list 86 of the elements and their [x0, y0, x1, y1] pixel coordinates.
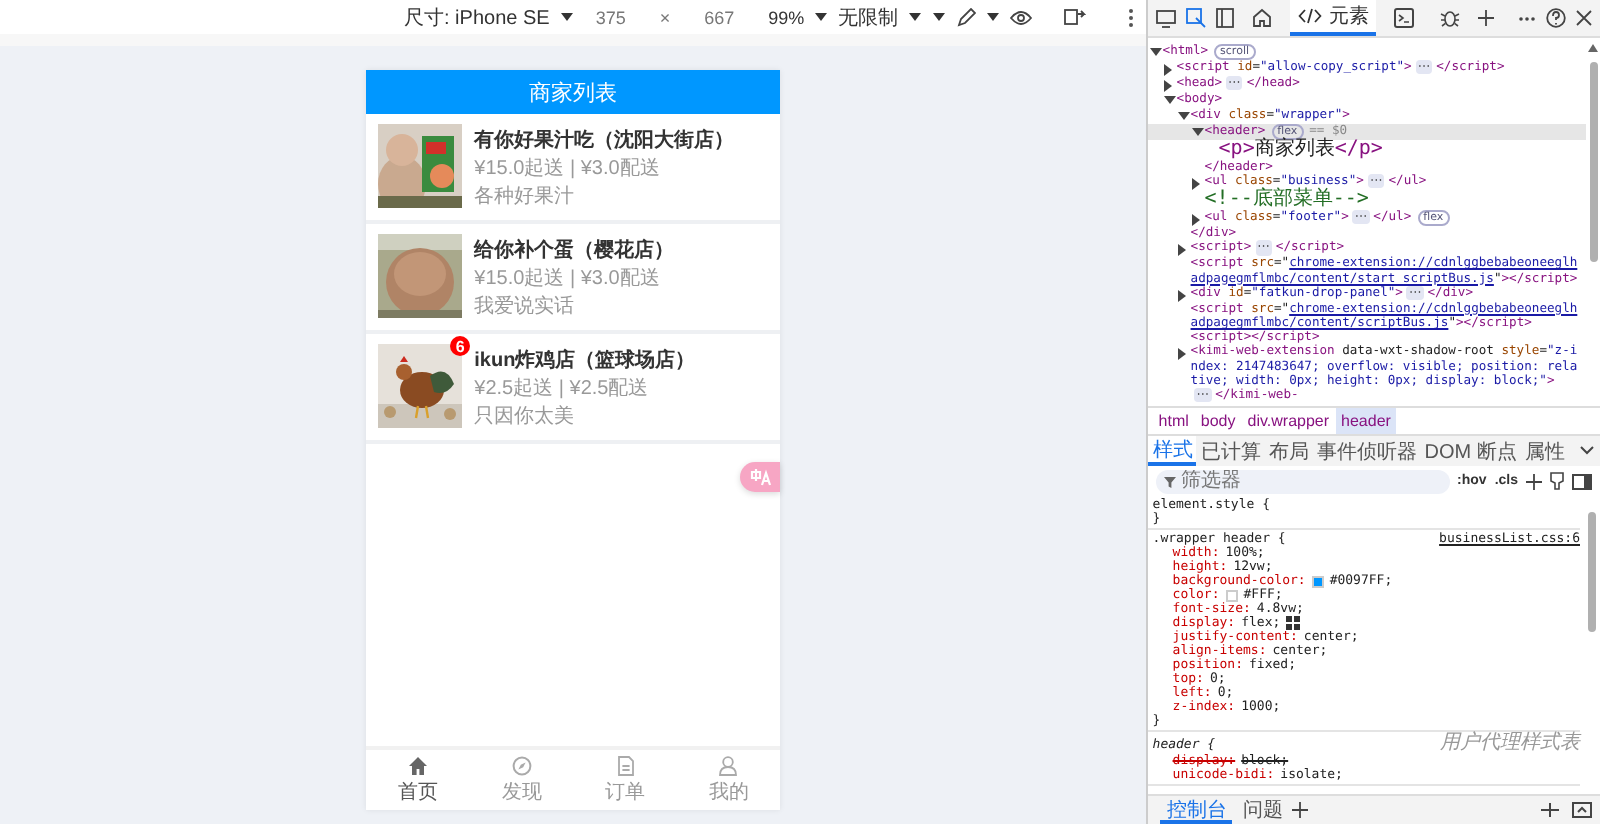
drawer-tab[interactable]: 控制台: [1160, 796, 1233, 824]
shop-name: ikun炸鸡店（篮球场店）: [474, 346, 696, 374]
device-toggle-icon[interactable]: [1156, 9, 1177, 27]
help-icon[interactable]: [1546, 8, 1566, 28]
home-icon: [408, 755, 429, 775]
sidebar-icon[interactable]: [1572, 473, 1592, 489]
breadcrumb[interactable]: div.wrapper: [1241, 408, 1336, 434]
home-icon: [1252, 8, 1273, 28]
width-field[interactable]: 375: [583, 7, 638, 27]
expand-arrow-icon[interactable]: [1191, 178, 1204, 191]
throttle-dropdown[interactable]: 无限制: [838, 3, 899, 31]
devtools-tab[interactable]: 元素: [1290, 0, 1377, 36]
collapse-arrow-icon[interactable]: [1149, 48, 1162, 60]
breadcrumb[interactable]: header: [1335, 408, 1397, 434]
panel-tab[interactable]: 事件侦听器: [1312, 436, 1421, 466]
pen-icon[interactable]: [956, 7, 977, 27]
eye-icon[interactable]: [1010, 9, 1033, 25]
bug-icon: [1440, 8, 1461, 28]
expand-arrow-icon[interactable]: [1177, 289, 1190, 302]
panel-tab[interactable]: 属性: [1520, 436, 1569, 466]
collapse-arrow-icon[interactable]: [1163, 96, 1176, 108]
color-swatch[interactable]: [1311, 575, 1324, 587]
expand-arrow-icon[interactable]: [1191, 214, 1204, 227]
scrollbar[interactable]: [1588, 512, 1596, 632]
nav-item[interactable]: 首页: [366, 750, 470, 810]
translate-icon: [749, 468, 772, 486]
filter-field[interactable]: 筛选器: [1156, 469, 1450, 493]
source-label: 用户代理样式表: [1440, 734, 1580, 754]
collapse-arrow-icon[interactable]: [1177, 112, 1190, 124]
more-icon[interactable]: [1128, 7, 1135, 27]
flex-editor-icon[interactable]: [1286, 616, 1301, 630]
caret-icon[interactable]: [986, 12, 1001, 22]
panel-tab[interactable]: 布局: [1264, 436, 1313, 466]
color-swatch[interactable]: [1225, 589, 1238, 601]
height-field[interactable]: 667: [692, 7, 747, 27]
shop-card[interactable]: 给你补个蛋（樱花店） ¥15.0起送 | ¥3.0配送 我爱说实话: [366, 224, 781, 334]
panel-tab[interactable]: DOM 断点: [1420, 436, 1521, 466]
expand-arrow-icon[interactable]: [1163, 80, 1176, 92]
chevron-icon[interactable]: [1580, 446, 1594, 456]
tree-row[interactable]: <p>商家列表</p>: [1148, 140, 1586, 160]
collapse-arrow-icon[interactable]: [1191, 128, 1204, 140]
scroll-up-icon[interactable]: [1588, 44, 1598, 52]
add-icon[interactable]: [1526, 473, 1542, 489]
html-comment: <!--底部菜单-->: [1204, 190, 1369, 211]
shop-fees: ¥15.0起送 | ¥3.0配送: [474, 268, 662, 292]
more-icon[interactable]: [1518, 15, 1536, 21]
rotate-icon[interactable]: [1064, 8, 1087, 26]
filter-icon: [1164, 475, 1177, 487]
shop-slogan: 只因你太美: [474, 406, 577, 430]
shop-name: 给你补个蛋（樱花店）: [474, 236, 675, 264]
document-icon: [615, 755, 636, 775]
tree-row[interactable]: <!--底部菜单-->: [1148, 190, 1586, 211]
add-icon[interactable]: [1292, 802, 1309, 818]
zoom-dropdown[interactable]: 99%: [768, 7, 805, 27]
shop-name: 有你好果汁吃（沈阳大街店）: [474, 126, 735, 154]
shop-slogan: 各种好果汁: [474, 186, 577, 210]
compass-icon: [511, 755, 532, 775]
element-tag: <p>商家列表</p>: [1218, 140, 1383, 160]
shop-fees: ¥2.5起送 | ¥2.5配送: [474, 378, 651, 402]
user-icon: [718, 755, 739, 775]
expand-icon[interactable]: [1572, 802, 1592, 818]
device-dropdown[interactable]: 尺寸: iPhone SE: [404, 3, 550, 31]
add-icon[interactable]: [1478, 10, 1495, 26]
shop-card[interactable]: 有你好果汁吃（沈阳大街店） ¥15.0起送 | ¥3.0配送 各种好果汁: [366, 114, 781, 224]
panel-tab[interactable]: 已计算: [1196, 436, 1265, 466]
caret-icon[interactable]: [559, 12, 574, 22]
sidebar-icon[interactable]: [1216, 8, 1235, 28]
page-header: 商家列表: [366, 70, 781, 114]
expand-arrow-icon[interactable]: [1177, 348, 1190, 361]
code-icon: [1298, 8, 1323, 24]
expand-arrow-icon[interactable]: [1163, 64, 1176, 76]
times-sign: ×: [657, 7, 673, 27]
scrollbar[interactable]: [1590, 62, 1598, 262]
count-badge: 6: [450, 336, 471, 356]
shop-card[interactable]: 6 ikun炸鸡店（篮球场店） ¥2.5起送 | ¥2.5配送 只因你太美: [366, 334, 781, 444]
shop-fees: ¥15.0起送 | ¥3.0配送: [474, 158, 662, 182]
breadcrumb[interactable]: html: [1152, 408, 1195, 434]
close-icon[interactable]: [1576, 10, 1592, 26]
breadcrumb[interactable]: body: [1194, 408, 1242, 434]
caret-icon[interactable]: [814, 12, 829, 22]
drawer-tab[interactable]: 问题: [1236, 796, 1289, 824]
panel-tab[interactable]: 样式: [1148, 436, 1197, 466]
expand-arrow-icon[interactable]: [1177, 244, 1190, 257]
inspect-icon[interactable]: [1186, 8, 1207, 28]
shop-slogan: 我爱说实话: [474, 296, 577, 320]
console-icon: [1394, 8, 1415, 28]
